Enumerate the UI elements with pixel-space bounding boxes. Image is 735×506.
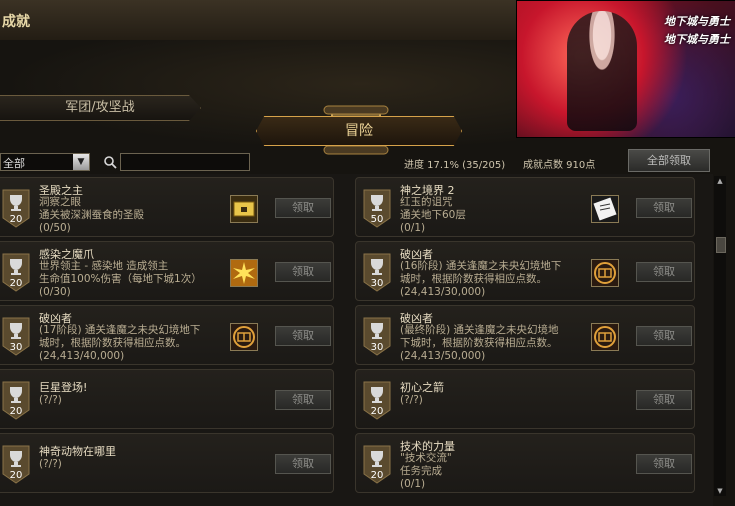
achievement-progress: (24,413/30,000) <box>400 286 486 298</box>
achievement-name: 巨星登场! <box>39 381 88 394</box>
points-badge: 20 <box>1 380 31 420</box>
scroll-up-icon[interactable]: ▲ <box>715 176 725 186</box>
achievement-desc: (16阶段) 通关逢魔之未央幻境地下 城时，根据阶数获得相应点数。 <box>400 260 562 285</box>
points-badge: 50 <box>362 188 392 228</box>
points-value: 50 <box>370 214 384 225</box>
achievement-desc: 世界领主 - 感染地 造成领主 生命值100%伤害（每地下城1次） <box>39 260 202 285</box>
search-icon <box>104 156 117 169</box>
chevron-down-icon[interactable]: ▼ <box>73 154 89 170</box>
points-badge: 20 <box>1 444 31 484</box>
claim-button[interactable]: 领取 <box>275 262 331 282</box>
filter-value: 全部 <box>3 157 25 170</box>
points-badge: 20 <box>1 188 31 228</box>
achievement-progress: (?/?) <box>400 394 423 406</box>
scrollbar[interactable]: ▲ ▼ <box>714 176 726 496</box>
achievement-name: 神奇动物在哪里 <box>39 445 116 458</box>
achievement-card: 20 初心之箭 (?/?) 领取 <box>355 369 695 429</box>
claim-button[interactable]: 领取 <box>275 390 331 410</box>
scroll-paper-icon <box>591 195 619 223</box>
points-badge: 20 <box>362 380 392 420</box>
points-value: 20 <box>9 470 23 481</box>
achievement-desc: 红玉的诅咒 通关地下60层 <box>400 196 466 221</box>
progress-text: 进度 17.1% (35/205) <box>404 160 506 171</box>
points-badge: 20 <box>362 444 392 484</box>
search-input[interactable] <box>120 153 250 171</box>
achievement-card: 20 技术的力量 "技术交流" 任务完成 (0/1) 领取 <box>355 433 695 493</box>
achievement-card: 30 破凶者 (16阶段) 通关逢魔之未央幻境地下 城时，根据阶数获得相应点数。 (2… <box>355 241 695 301</box>
achievement-progress: (0/1) <box>400 222 426 234</box>
points-value: 30 <box>9 342 23 353</box>
achievement-progress: (24,413/40,000) <box>39 350 125 362</box>
achievement-progress: (?/?) <box>39 458 62 470</box>
points-value: 30 <box>370 278 384 289</box>
points-value: 20 <box>370 470 384 481</box>
achievement-progress: (0/30) <box>39 286 71 298</box>
emblem-icon <box>591 323 619 351</box>
points-total: 成就点数 910点 <box>523 160 596 171</box>
points-value: 20 <box>9 214 23 225</box>
achievement-progress: (24,413/50,000) <box>400 350 486 362</box>
achievement-card: 30 破凶者 (17阶段) 通关逢魔之未央幻境地下 城时，根据阶数获得相应点数。 (2… <box>0 305 334 365</box>
achievement-card: 20 感染之魔爪 世界领主 - 感染地 造成领主 生命值100%伤害（每地下城1次）… <box>0 241 334 301</box>
chest-icon <box>230 195 258 223</box>
character-art <box>567 11 637 131</box>
claim-button[interactable]: 领取 <box>275 454 331 474</box>
golden-burst-icon <box>230 259 258 287</box>
achievement-desc: (最终阶段) 通关逢魔之未央幻境地 下城时，根据阶数获得相应点数。 <box>400 324 559 349</box>
claim-button[interactable]: 领取 <box>636 454 692 474</box>
game-logo: 地下城与勇士 <box>664 15 730 28</box>
points-badge: 20 <box>1 252 31 292</box>
claim-button[interactable]: 领取 <box>636 326 692 346</box>
claim-button[interactable]: 领取 <box>636 262 692 282</box>
achievement-desc: 洞察之眼 通关被深渊蚕食的圣殿 <box>39 196 144 221</box>
points-value: 20 <box>370 406 384 417</box>
scroll-thumb[interactable] <box>716 237 726 253</box>
achievement-name: 初心之箭 <box>400 381 444 394</box>
claim-button[interactable]: 领取 <box>275 326 331 346</box>
claim-button[interactable]: 领取 <box>636 390 692 410</box>
achievement-card: 20 圣殿之主 洞察之眼 通关被深渊蚕食的圣殿 (0/50) 领取 <box>0 177 334 237</box>
scroll-down-icon[interactable]: ▼ <box>715 486 725 496</box>
filter-dropdown[interactable]: 全部 ▼ <box>0 153 90 171</box>
achievement-card: 30 破凶者 (最终阶段) 通关逢魔之未央幻境地 下城时，根据阶数获得相应点数。 (2… <box>355 305 695 365</box>
claim-button[interactable]: 领取 <box>636 198 692 218</box>
points-badge: 30 <box>362 252 392 292</box>
points-value: 20 <box>9 278 23 289</box>
achievement-progress: (?/?) <box>39 394 62 406</box>
emblem-icon <box>591 259 619 287</box>
promo-banner[interactable]: 地下城与勇士 地下城与勇士 <box>516 0 735 138</box>
window-title: 成就 <box>2 14 30 30</box>
game-logo-secondary: 地下城与勇士 <box>664 33 730 46</box>
achievement-card: 20 神奇动物在哪里 (?/?) 领取 <box>0 433 334 493</box>
claim-button[interactable]: 领取 <box>275 198 331 218</box>
points-badge: 30 <box>1 316 31 356</box>
achievement-card: 50 神之境界 2 红玉的诅咒 通关地下60层 (0/1) 领取 <box>355 177 695 237</box>
points-value: 30 <box>370 342 384 353</box>
points-value: 20 <box>9 406 23 417</box>
emblem-icon <box>230 323 258 351</box>
achievement-progress: (0/50) <box>39 222 71 234</box>
tab-legion-raid[interactable]: 军团/攻坚战 <box>0 95 201 121</box>
points-badge: 30 <box>362 316 392 356</box>
claim-all-button[interactable]: 全部领取 <box>628 149 710 172</box>
achievement-progress: (0/1) <box>400 478 426 490</box>
tab-adventure[interactable]: 冒险 <box>256 116 462 146</box>
achievement-desc: (17阶段) 通关逢魔之未央幻境地下 城时，根据阶数获得相应点数。 <box>39 324 201 349</box>
achievement-card: 20 巨星登场! (?/?) 领取 <box>0 369 334 429</box>
achievement-desc: "技术交流" 任务完成 <box>400 452 452 477</box>
